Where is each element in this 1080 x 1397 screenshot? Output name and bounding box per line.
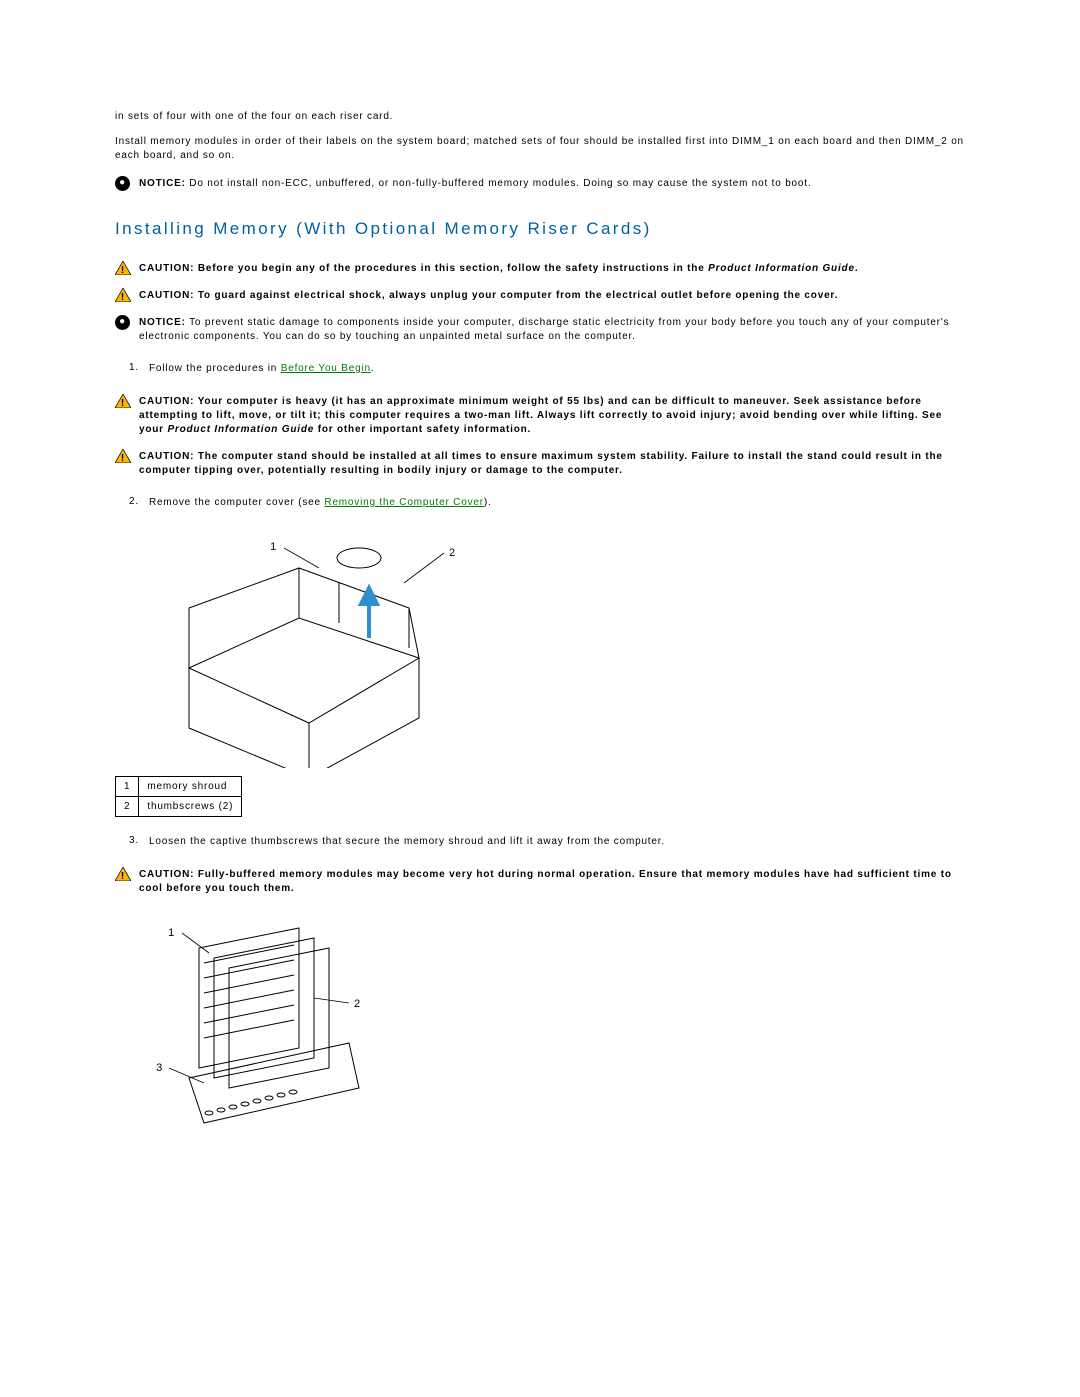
caution-icon: ! <box>115 867 139 881</box>
notice-text: NOTICE: Do not install non-ECC, unbuffer… <box>139 176 965 191</box>
caution-row-4: ! CAUTION: The computer stand should be … <box>115 449 965 478</box>
step-1: 1. Follow the procedures in Before You B… <box>115 362 965 376</box>
notice-icon: ● <box>115 315 139 330</box>
step-body: Loosen the captive thumbscrews that secu… <box>149 835 965 849</box>
callout-1: 1 <box>168 927 175 939</box>
caution-text: CAUTION: Fully-buffered memory modules m… <box>139 867 965 896</box>
svg-text:!: ! <box>121 292 125 302</box>
callout-1: 1 <box>270 541 277 553</box>
document-page: in sets of four with one of the four on … <box>0 0 1080 1397</box>
notice-text: NOTICE: To prevent static damage to comp… <box>139 315 965 344</box>
caution-text: CAUTION: Before you begin any of the pro… <box>139 261 965 276</box>
svg-text:!: ! <box>121 265 125 275</box>
diagram-1: 1 2 <box>149 528 965 768</box>
step-body: Remove the computer cover (see Removing … <box>149 496 965 510</box>
legend-num: 1 <box>116 776 139 796</box>
notice-row-2: ● NOTICE: To prevent static damage to co… <box>115 315 965 344</box>
caution-icon: ! <box>115 449 139 463</box>
callout-2: 2 <box>354 998 361 1010</box>
notice-icon: ● <box>115 176 139 191</box>
notice-row-1: ● NOTICE: Do not install non-ECC, unbuff… <box>115 176 965 191</box>
diagram-2: 1 2 3 <box>149 908 965 1138</box>
intro-line-2: Install memory modules in order of their… <box>115 135 965 164</box>
legend-label: memory shroud <box>139 776 242 796</box>
svg-text:!: ! <box>121 871 125 881</box>
caution-text: CAUTION: To guard against electrical sho… <box>139 288 965 303</box>
svg-text:!: ! <box>121 453 125 463</box>
step-3: 3. Loosen the captive thumbscrews that s… <box>115 835 965 849</box>
link-removing-cover[interactable]: Removing the Computer Cover <box>324 497 483 508</box>
table-row: 1 memory shroud <box>116 776 242 796</box>
caution-row-2: ! CAUTION: To guard against electrical s… <box>115 288 965 303</box>
caution-icon: ! <box>115 394 139 408</box>
caution-row-3: ! CAUTION: Your computer is heavy (it ha… <box>115 394 965 437</box>
caution-row-5: ! CAUTION: Fully-buffered memory modules… <box>115 867 965 896</box>
callout-3: 3 <box>156 1062 163 1074</box>
caution-text: CAUTION: The computer stand should be in… <box>139 449 965 478</box>
diagram-risers-svg: 1 2 3 <box>149 908 379 1138</box>
legend-label: thumbscrews (2) <box>139 796 242 816</box>
caution-text: CAUTION: Your computer is heavy (it has … <box>139 394 965 437</box>
caution-icon: ! <box>115 261 139 275</box>
svg-text:!: ! <box>121 398 125 408</box>
legend-num: 2 <box>116 796 139 816</box>
step-number: 1. <box>115 362 149 376</box>
step-body: Follow the procedures in Before You Begi… <box>149 362 965 376</box>
link-before-you-begin[interactable]: Before You Begin <box>281 363 371 374</box>
caution-icon: ! <box>115 288 139 302</box>
intro-line-1: in sets of four with one of the four on … <box>115 110 965 125</box>
step-number: 3. <box>115 835 149 849</box>
caution-row-1: ! CAUTION: Before you begin any of the p… <box>115 261 965 276</box>
step-2: 2. Remove the computer cover (see Removi… <box>115 496 965 510</box>
diagram-chassis-svg: 1 2 <box>149 528 469 768</box>
section-heading: Installing Memory (With Optional Memory … <box>115 219 965 239</box>
table-row: 2 thumbscrews (2) <box>116 796 242 816</box>
callout-2: 2 <box>449 547 456 559</box>
step-number: 2. <box>115 496 149 510</box>
legend-table: 1 memory shroud 2 thumbscrews (2) <box>115 776 242 817</box>
